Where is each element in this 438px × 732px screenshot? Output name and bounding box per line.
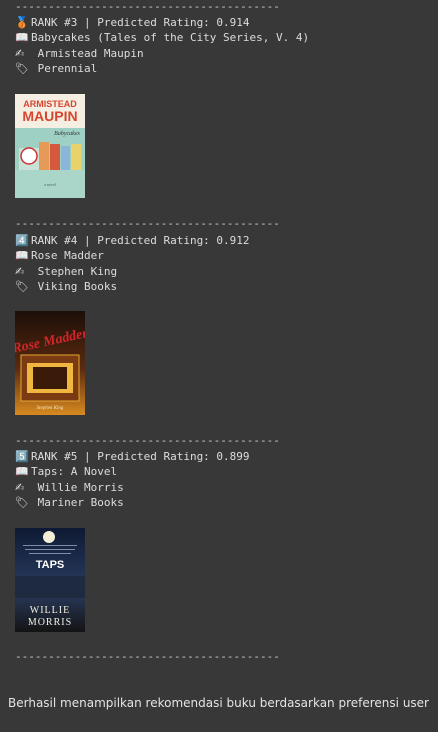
svg-text:WILLIE: WILLIE [30, 605, 70, 616]
svg-text:a novel: a novel [44, 182, 57, 187]
label-tag-icon: 🏷 [15, 61, 29, 75]
svg-text:Babycakes: Babycakes [54, 131, 80, 137]
book-entry: 4️⃣ RANK #4 | Predicted Rating: 0.912 📖 Ro… [15, 233, 250, 294]
separator-line: ---------------------------------------- [15, 650, 280, 663]
status-message: Berhasil menampilkan rekomendasi buku be… [8, 696, 429, 710]
publisher-line: 🏷 Perennial [15, 61, 98, 75]
publisher-line: 🏷 Viking Books [15, 279, 118, 293]
svg-text:MORRIS: MORRIS [28, 617, 72, 628]
book-entry: 5️⃣ RANK #5 | Predicted Rating: 0.899 📖 Ta… [15, 449, 250, 510]
rank-line: 5️⃣ RANK #5 | Predicted Rating: 0.899 [15, 450, 250, 463]
rank-line: 🥉 RANK #3 | Predicted Rating: 0.914 [15, 16, 250, 29]
separator-line: ---------------------------------------- [15, 217, 280, 230]
title-line: 📖 Taps: A Novel [15, 465, 118, 479]
separator-line: ---------------------------------------- [15, 434, 280, 447]
publisher-line: 🏷 Mariner Books [15, 495, 124, 509]
title-line: 📖 Babycakes (Tales of the City Series, V.… [15, 31, 310, 45]
book-entry: 🥉 RANK #3 | Predicted Rating: 0.914 📖 Baby… [15, 15, 309, 76]
writing-hand-icon: ✍ [15, 264, 25, 278]
rank-line: 4️⃣ RANK #4 | Predicted Rating: 0.912 [15, 234, 250, 247]
keycap-four-icon: 4️⃣ [15, 234, 29, 247]
label-tag-icon: 🏷 [15, 279, 29, 293]
writing-hand-icon: ✍ [15, 46, 25, 60]
book-cover-babycakes: ARMISTEAD MAUPIN Babycakes a novel [15, 94, 85, 198]
author-line: ✍ Willie Morris [15, 480, 124, 494]
bronze-medal-icon: 🥉 [15, 16, 29, 29]
author-line: ✍ Armistead Maupin [15, 46, 144, 60]
book-icon: 📖 [15, 465, 29, 479]
author-line: ✍ Stephen King [15, 264, 118, 278]
svg-text:TAPS: TAPS [36, 559, 65, 571]
title-line: 📖 Rose Madder [15, 249, 104, 263]
separator-line: ---------------------------------------- [15, 0, 280, 13]
book-cover-taps: TAPS WILLIE MORRIS [15, 528, 85, 632]
svg-text:Stephen King: Stephen King [37, 406, 64, 411]
keycap-five-icon: 5️⃣ [15, 450, 29, 463]
book-icon: 📖 [15, 31, 29, 45]
book-cover-rose-madder: Rose Madder Stephen King [15, 311, 85, 415]
label-tag-icon: 🏷 [15, 495, 29, 509]
book-icon: 📖 [15, 249, 29, 263]
svg-text:MAUPIN: MAUPIN [22, 108, 77, 124]
writing-hand-icon: ✍ [15, 480, 25, 494]
